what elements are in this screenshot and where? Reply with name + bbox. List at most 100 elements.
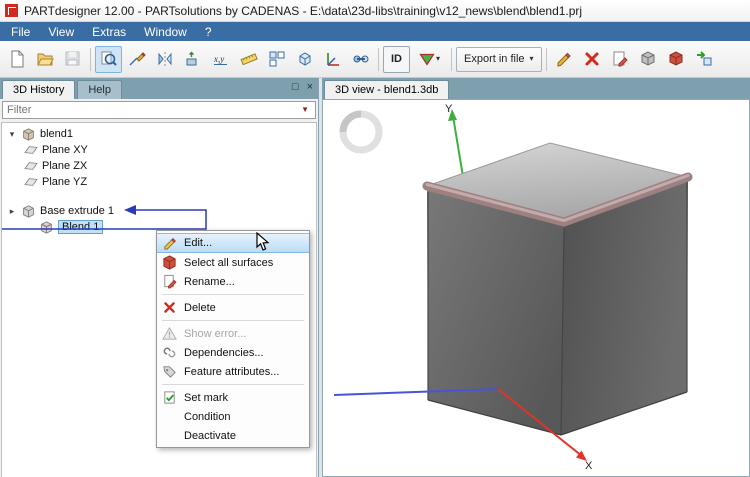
preview-button[interactable]	[95, 46, 122, 73]
views-grid-icon	[268, 50, 286, 68]
menu-item-condition[interactable]: Condition	[157, 407, 309, 426]
sketch-button[interactable]	[123, 46, 150, 73]
watermark-ring	[343, 114, 379, 150]
coordinate-system-button[interactable]	[319, 46, 346, 73]
filter-dropdown-icon[interactable]: ▼	[301, 105, 309, 114]
topology-check-button[interactable]: ▾	[411, 46, 447, 73]
extrude-icon	[184, 50, 202, 68]
tree-row-base-extrude[interactable]: ▸ Base extrude 1	[2, 203, 316, 219]
tree-row-plane-yz[interactable]: Plane YZ	[2, 174, 316, 190]
menu-item-label: Show error...	[184, 328, 246, 340]
panel-restore-button[interactable]: □	[292, 82, 299, 93]
tab-help[interactable]: Help	[77, 80, 122, 99]
wireframe-box-button[interactable]	[291, 46, 318, 73]
set-mark-icon	[161, 390, 178, 405]
mirror-button[interactable]	[151, 46, 178, 73]
expander-icon[interactable]: ▸	[7, 206, 17, 217]
tree-row-blend1[interactable]: ▾ blend1	[2, 126, 316, 142]
magnifier-icon	[100, 50, 118, 68]
plane-icon	[23, 160, 38, 172]
right-tab-strip: 3D view - blend1.3db	[322, 78, 750, 99]
tree-row-plane-xy[interactable]: Plane XY	[2, 142, 316, 158]
menu-item-label: Select all surfaces	[184, 257, 273, 269]
tree-label: Plane ZX	[42, 160, 87, 172]
menu-separator	[162, 320, 304, 321]
red-cube-icon	[667, 50, 685, 68]
sketch-pencil-icon	[128, 50, 146, 68]
menu-item-show-error[interactable]: Show error...	[157, 324, 309, 343]
menu-item-select-all-surfaces[interactable]: Select all surfaces	[157, 253, 309, 272]
menu-item-edit[interactable]: Edit...	[157, 233, 309, 253]
dropdown-caret-icon: ▾	[436, 55, 440, 63]
3d-viewport[interactable]: Y X	[322, 99, 750, 477]
tree-label: blend1	[40, 128, 73, 140]
view-panel: 3D view - blend1.3db	[322, 78, 750, 477]
dropdown-caret-icon: ▾	[530, 55, 534, 63]
save-button[interactable]	[59, 46, 86, 73]
menu-file[interactable]: File	[2, 23, 39, 41]
id-button[interactable]: ID	[383, 46, 410, 73]
cube-front-face	[427, 188, 564, 435]
assembly-button[interactable]	[347, 46, 374, 73]
remove-solid-button[interactable]	[663, 46, 690, 73]
tab-3d-history[interactable]: 3D History	[2, 80, 75, 99]
menu-help[interactable]: ?	[196, 23, 221, 41]
delete-x-icon	[584, 51, 600, 67]
x-axis-label: X	[585, 460, 593, 472]
tree-row-plane-zx[interactable]: Plane ZX	[2, 158, 316, 174]
menu-item-set-mark[interactable]: Set mark	[157, 388, 309, 407]
expander-icon[interactable]: ▾	[7, 129, 17, 140]
rename-feature-button[interactable]	[607, 46, 634, 73]
filter-input[interactable]	[2, 101, 316, 119]
edit-feature-button[interactable]	[551, 46, 578, 73]
red-cube-icon	[161, 255, 178, 270]
menu-bar: File View Extras Window ?	[0, 22, 750, 41]
menu-item-rename[interactable]: Rename...	[157, 272, 309, 291]
variables-button[interactable]: x,y	[207, 46, 234, 73]
attributes-tag-icon	[161, 364, 178, 379]
extrude-button[interactable]	[179, 46, 206, 73]
menu-item-delete[interactable]: Delete	[157, 298, 309, 317]
delete-feature-button[interactable]	[579, 46, 606, 73]
menu-separator	[162, 294, 304, 295]
toolbar-separator	[90, 48, 91, 71]
open-project-button[interactable]	[31, 46, 58, 73]
menu-extras[interactable]: Extras	[83, 23, 135, 41]
menu-item-label: Dependencies...	[184, 347, 264, 359]
rename-page-icon	[611, 50, 629, 68]
menu-item-label: Rename...	[184, 276, 235, 288]
export-in-file-label: Export in file	[464, 53, 525, 65]
save-icon	[64, 50, 82, 68]
filter-row: ▼	[0, 99, 318, 122]
menu-item-feature-attributes[interactable]: Feature attributes...	[157, 362, 309, 381]
toolbar: x,y ID ▾ Export in file ▾	[0, 41, 750, 78]
cube-solid	[427, 143, 688, 435]
menu-view[interactable]: View	[39, 23, 83, 41]
ruler-icon	[240, 50, 258, 68]
model-root-icon	[21, 128, 36, 141]
projection-views-button[interactable]	[263, 46, 290, 73]
package-button[interactable]	[635, 46, 662, 73]
tree-label-selected: Blend 1	[58, 220, 103, 234]
menu-window[interactable]: Window	[135, 23, 196, 41]
new-document-button[interactable]	[3, 46, 30, 73]
export-in-file-button[interactable]: Export in file ▾	[456, 47, 542, 72]
menu-item-deactivate[interactable]: Deactivate	[157, 426, 309, 445]
measure-button[interactable]	[235, 46, 262, 73]
menu-item-label: Deactivate	[184, 430, 236, 442]
id-button-label: ID	[391, 53, 402, 65]
delete-x-icon	[161, 301, 178, 314]
plane-icon	[23, 144, 38, 156]
app-logo-icon	[5, 4, 18, 17]
insert-part-button[interactable]	[691, 46, 718, 73]
menu-item-label: Condition	[184, 411, 230, 423]
menu-item-dependencies[interactable]: Dependencies...	[157, 343, 309, 362]
tab-3d-view[interactable]: 3D view - blend1.3db	[324, 80, 449, 99]
title-bar: PARTdesigner 12.00 - PARTsolutions by CA…	[0, 0, 750, 22]
menu-item-label: Edit...	[184, 237, 212, 249]
tree-label: Plane YZ	[42, 176, 87, 188]
panel-close-button[interactable]: ×	[307, 82, 313, 93]
menu-item-label: Feature attributes...	[184, 366, 279, 378]
menu-separator	[162, 384, 304, 385]
variables-icon: x,y	[212, 50, 230, 68]
